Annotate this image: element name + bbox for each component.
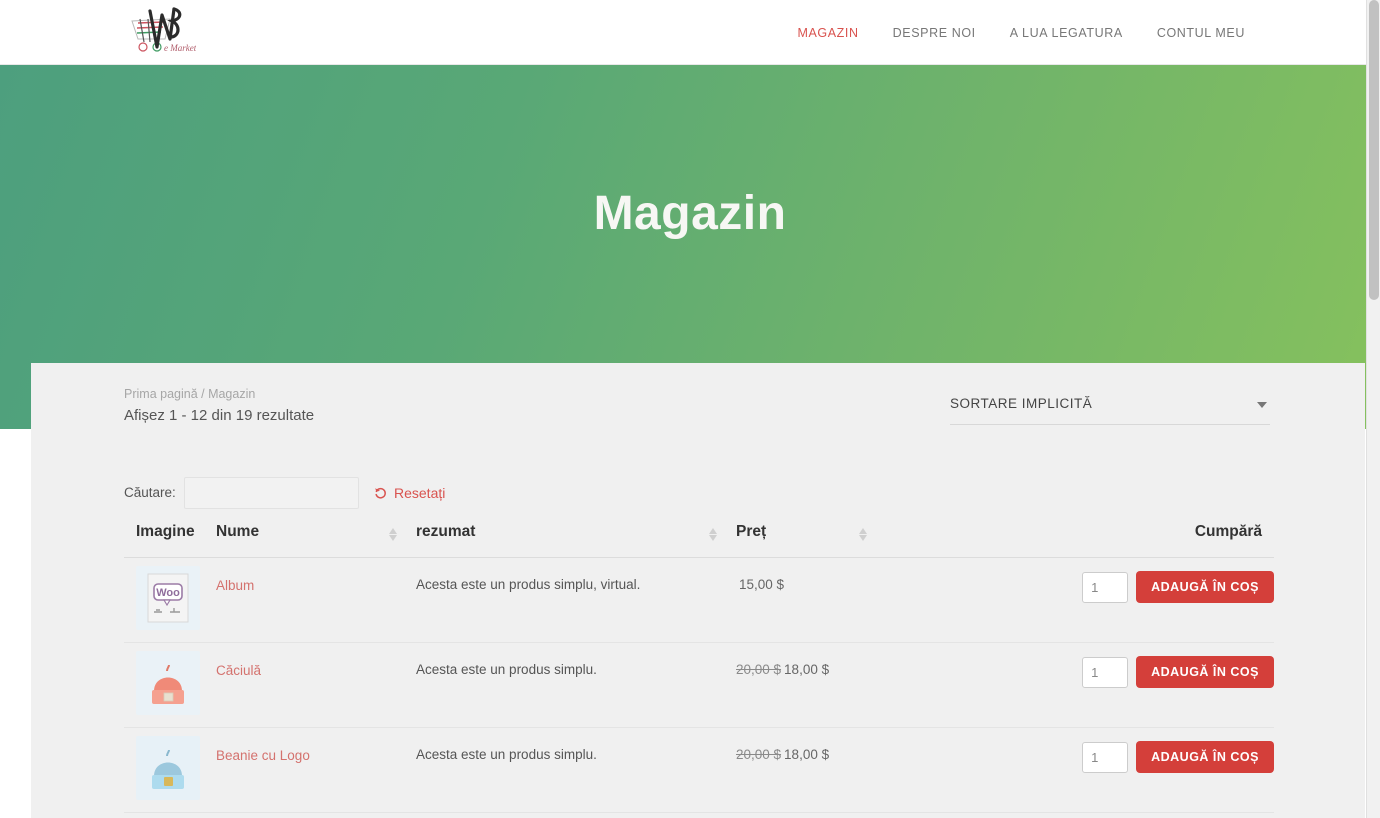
product-price-old: 20,00 $ — [736, 747, 782, 762]
cell-summary: Acesta este un produs simplu. — [416, 727, 736, 813]
main-navigation: MAGAZIN DESPRE NOI A LUA LEGATURA CONTUL… — [780, 0, 1262, 65]
product-price-old: 20,00 $ — [736, 662, 782, 677]
column-header-name[interactable]: Nume — [216, 523, 416, 558]
woo-album-placeholder-icon: Woo — [136, 566, 200, 630]
product-price: 18,00 $ — [784, 662, 830, 677]
reset-button[interactable]: Resetați — [374, 485, 445, 501]
product-thumbnail[interactable]: Woo — [136, 566, 200, 630]
add-to-cart-button[interactable]: ADAUGĂ ÎN COȘ — [1136, 656, 1274, 688]
table-row: Woo Album Acesta este un produs simplu, … — [124, 557, 1274, 643]
page-title: Magazin — [593, 187, 787, 240]
nav-item-contul-meu[interactable]: CONTUL MEU — [1140, 26, 1262, 40]
svg-text:e Market: e Market — [164, 43, 196, 53]
page-scrollbar[interactable] — [1366, 0, 1380, 818]
quantity-input[interactable] — [1082, 741, 1129, 773]
column-header-name-label: Nume — [216, 523, 260, 540]
shop-content-card: Prima pagină / Magazin Afișez 1 - 12 din… — [31, 363, 1365, 818]
table-header-row: Imagine Nume rezumat Preț Cumpără — [124, 523, 1274, 558]
sort-arrows-price-icon[interactable] — [859, 528, 868, 541]
beanie-salmon-icon — [136, 651, 200, 715]
cell-buy: ADAUGĂ ÎN COȘ — [886, 642, 1274, 728]
scrollbar-thumb[interactable] — [1369, 0, 1379, 300]
add-to-cart-button[interactable]: ADAUGĂ ÎN COȘ — [1136, 741, 1274, 773]
cell-name: Căciulă — [216, 642, 416, 728]
column-header-buy: Cumpără — [886, 523, 1274, 558]
cell-image: Woo — [124, 557, 216, 643]
column-header-price-label: Preț — [736, 523, 767, 540]
sort-dropdown[interactable]: SORTARE IMPLICITĂ — [950, 393, 1270, 425]
nav-item-magazin[interactable]: MAGAZIN — [780, 26, 875, 40]
sort-arrows-name-icon[interactable] — [389, 528, 398, 541]
product-summary: Acesta este un produs simplu. — [416, 662, 597, 677]
chevron-down-icon — [1257, 402, 1267, 408]
column-header-image: Imagine — [124, 523, 216, 558]
site-header: e Market MAGAZIN DESPRE NOI A LUA LEGATU… — [0, 0, 1380, 65]
reset-label: Resetați — [394, 485, 446, 501]
column-header-summary-label: rezumat — [416, 523, 476, 540]
cell-price: 15,00 $ — [736, 557, 886, 643]
product-price: 15,00 $ — [739, 577, 785, 592]
nav-item-despre-noi[interactable]: DESPRE NOI — [876, 26, 993, 40]
cell-summary: Acesta este un produs simplu, virtual. — [416, 557, 736, 643]
quantity-input[interactable] — [1082, 571, 1129, 603]
product-name-link[interactable]: Album — [216, 578, 254, 593]
nav-item-a-lua-legatura[interactable]: A LUA LEGATURA — [993, 26, 1140, 40]
beanie-blue-logo-icon — [136, 736, 200, 800]
product-thumbnail[interactable] — [136, 651, 200, 715]
cell-name: Album — [216, 557, 416, 643]
cell-buy: ADAUGĂ ÎN COȘ — [886, 727, 1274, 813]
product-thumbnail[interactable] — [136, 736, 200, 800]
breadcrumb[interactable]: Prima pagină / Magazin — [124, 387, 255, 401]
product-summary: Acesta este un produs simplu, virtual. — [416, 577, 641, 592]
sort-arrows-summary-icon[interactable] — [709, 528, 718, 541]
product-price: 18,00 $ — [784, 747, 830, 762]
products-table: Imagine Nume rezumat Preț Cumpără Woo Al… — [124, 523, 1274, 813]
product-summary: Acesta este un produs simplu. — [416, 747, 597, 762]
site-logo[interactable]: e Market — [124, 4, 196, 60]
sort-selected-value: SORTARE IMPLICITĂ — [950, 396, 1093, 411]
cell-image — [124, 642, 216, 728]
cell-summary: Acesta este un produs simplu. — [416, 642, 736, 728]
add-to-cart-button[interactable]: ADAUGĂ ÎN COȘ — [1136, 571, 1274, 603]
column-header-summary[interactable]: rezumat — [416, 523, 736, 558]
emarket-cart-logo-icon: e Market — [131, 7, 196, 53]
search-label: Căutare: — [124, 485, 176, 500]
product-name-link[interactable]: Beanie cu Logo — [216, 748, 310, 763]
quantity-input[interactable] — [1082, 656, 1129, 688]
cell-price: 20,00 $18,00 $ — [736, 642, 886, 728]
cell-name: Beanie cu Logo — [216, 727, 416, 813]
svg-text:Woo: Woo — [156, 587, 180, 599]
search-row: Căutare: Resetați — [124, 477, 1274, 517]
table-row: Căciulă Acesta este un produs simplu. 20… — [124, 642, 1274, 728]
product-name-link[interactable]: Căciulă — [216, 663, 261, 678]
column-header-price[interactable]: Preț — [736, 523, 886, 558]
cell-price: 20,00 $18,00 $ — [736, 727, 886, 813]
table-row: Beanie cu Logo Acesta este un produs sim… — [124, 727, 1274, 813]
undo-arrow-icon — [374, 486, 388, 500]
cell-image — [124, 727, 216, 813]
cell-buy: ADAUGĂ ÎN COȘ — [886, 557, 1274, 643]
search-input[interactable] — [184, 477, 359, 509]
result-count: Afișez 1 - 12 din 19 rezultate — [124, 407, 315, 424]
